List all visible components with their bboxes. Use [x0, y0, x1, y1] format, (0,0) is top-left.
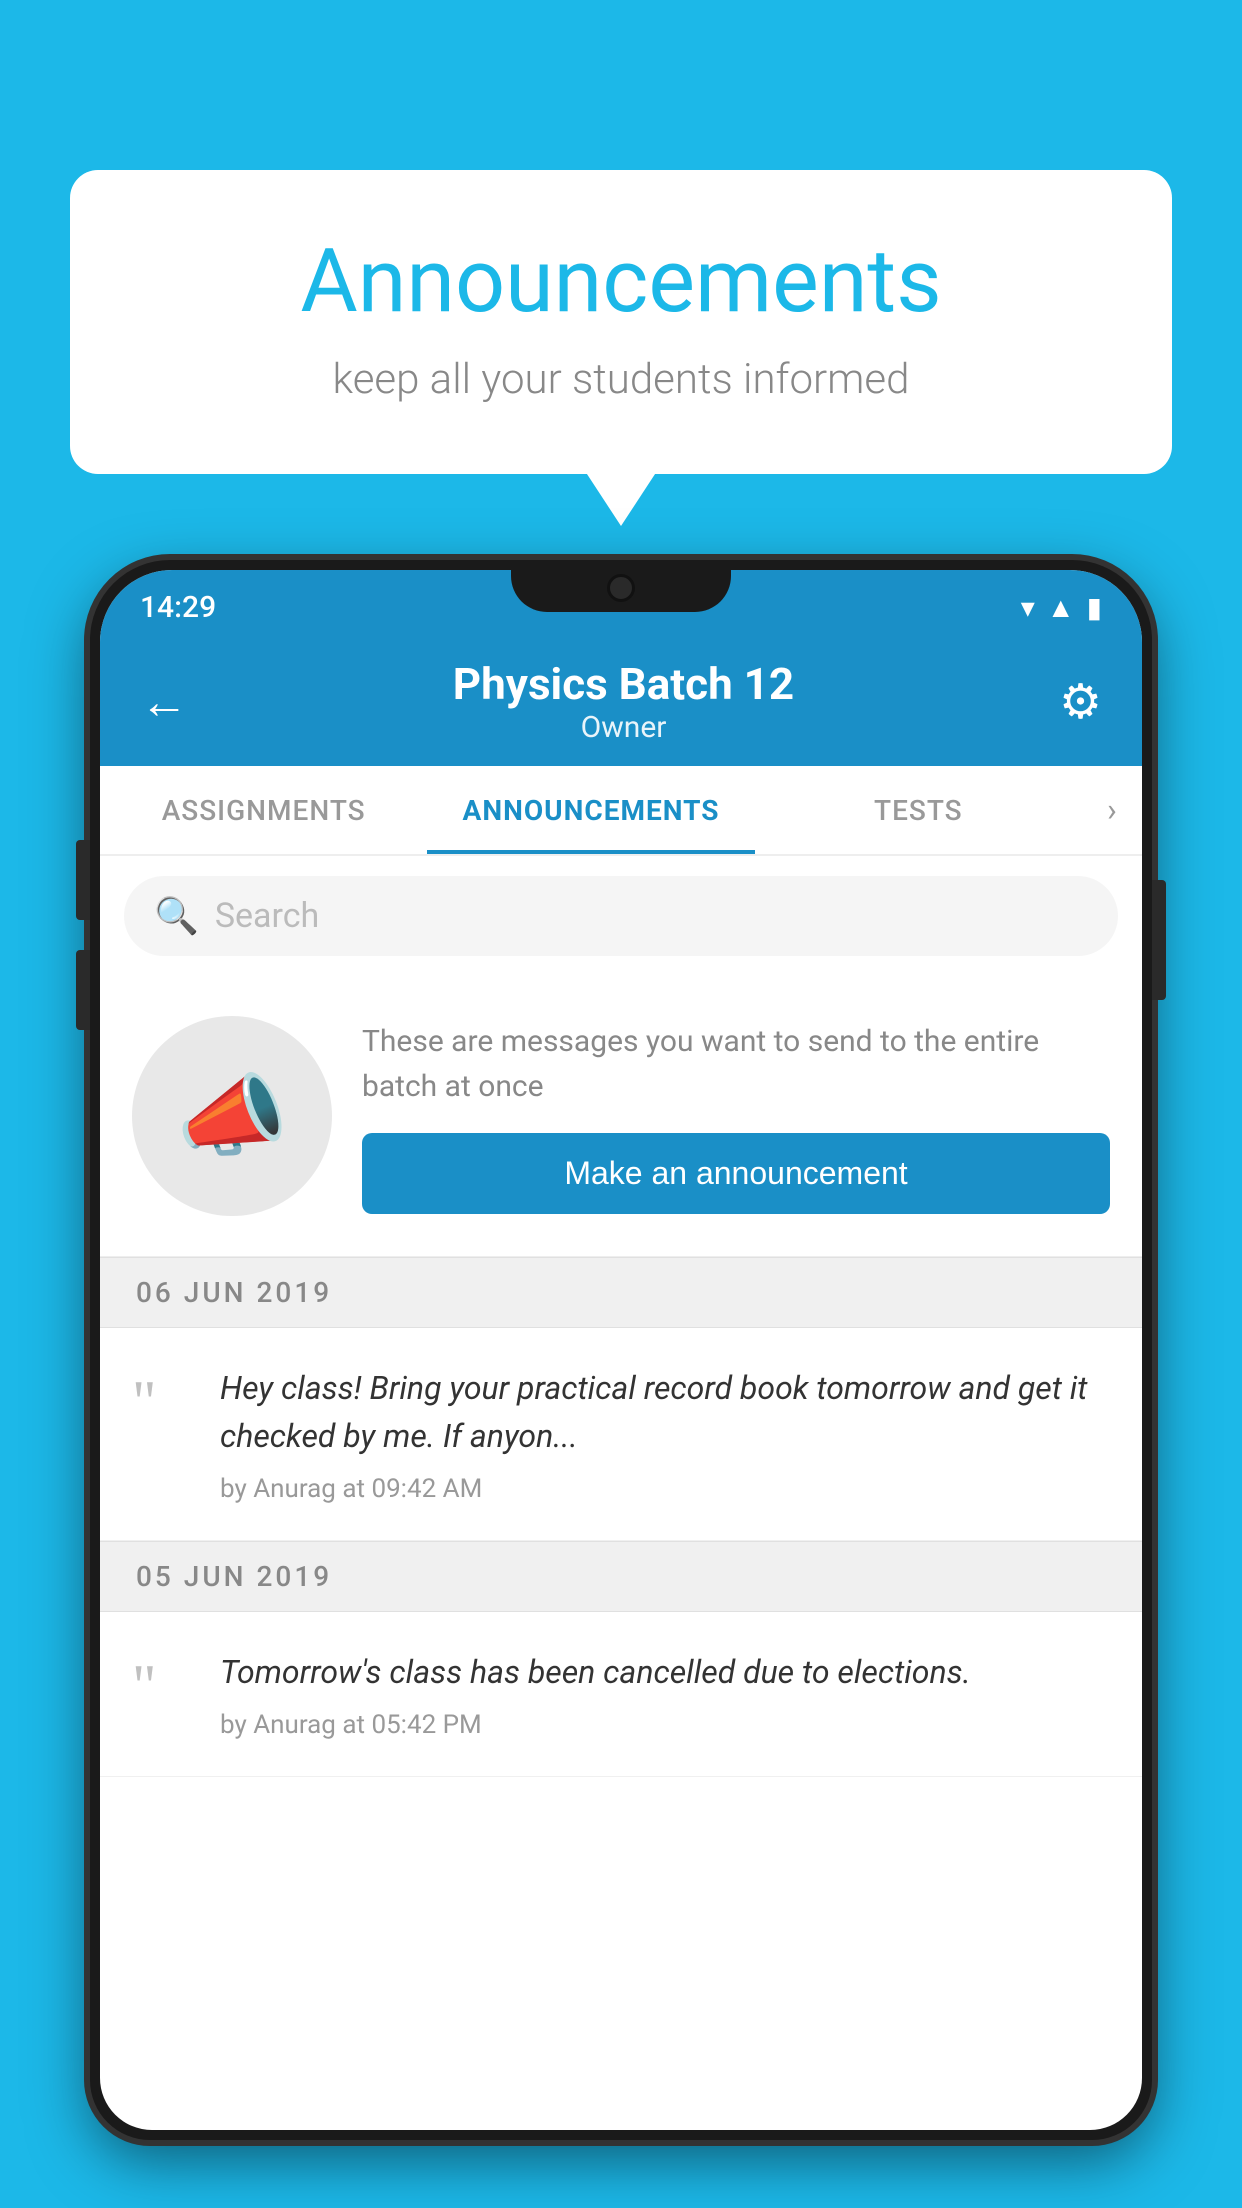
tab-tests[interactable]: TESTS	[755, 766, 1082, 854]
speech-bubble: Announcements keep all your students inf…	[70, 170, 1172, 474]
announcement-text-1: Hey class! Bring your practical record b…	[220, 1364, 1110, 1460]
announcement-meta-1: by Anurag at 09:42 AM	[220, 1474, 1110, 1504]
back-button[interactable]: ←	[140, 673, 188, 730]
search-input[interactable]: Search	[215, 896, 319, 936]
header-subtitle: Owner	[453, 710, 794, 745]
settings-icon[interactable]: ⚙	[1059, 673, 1102, 730]
announcement-prompt: 📣 These are messages you want to send to…	[100, 976, 1142, 1257]
battery-icon: ▮	[1087, 591, 1102, 624]
speech-bubble-section: Announcements keep all your students inf…	[70, 170, 1172, 474]
power-button	[1152, 880, 1166, 1000]
prompt-description: These are messages you want to send to t…	[362, 1019, 1110, 1109]
search-bar[interactable]: 🔍 Search	[124, 876, 1118, 956]
phone-camera	[607, 574, 635, 602]
make-announcement-button[interactable]: Make an announcement	[362, 1133, 1110, 1214]
status-time: 14:29	[140, 590, 216, 625]
volume-up-button	[76, 840, 90, 920]
megaphone-circle: 📣	[132, 1016, 332, 1216]
megaphone-icon: 📣	[176, 1064, 288, 1169]
phone-mockup: 14:29 ▾ ▲ ▮ ← Physics Batch 12 Owner ⚙	[90, 560, 1152, 2208]
announcement-item-2[interactable]: " Tomorrow's class has been cancelled du…	[100, 1612, 1142, 1777]
announcement-item-1[interactable]: " Hey class! Bring your practical record…	[100, 1328, 1142, 1541]
date-divider-1: 06 JUN 2019	[100, 1257, 1142, 1328]
bubble-subtitle: keep all your students informed	[150, 355, 1092, 404]
tab-more[interactable]: ›	[1082, 766, 1142, 854]
tab-announcements[interactable]: ANNOUNCEMENTS	[427, 766, 754, 854]
wifi-icon: ▾	[1021, 591, 1035, 624]
search-container: 🔍 Search	[100, 856, 1142, 976]
search-icon: 🔍	[154, 895, 199, 937]
bubble-title: Announcements	[150, 230, 1092, 333]
phone-screen: 14:29 ▾ ▲ ▮ ← Physics Batch 12 Owner ⚙	[100, 570, 1142, 2130]
announcement-content-1: Hey class! Bring your practical record b…	[220, 1364, 1110, 1504]
prompt-content: These are messages you want to send to t…	[362, 1019, 1110, 1214]
announcement-text-2: Tomorrow's class has been cancelled due …	[220, 1648, 1110, 1696]
tabs-bar: ASSIGNMENTS ANNOUNCEMENTS TESTS ›	[100, 766, 1142, 856]
date-divider-2: 05 JUN 2019	[100, 1541, 1142, 1612]
signal-icon: ▲	[1047, 591, 1075, 624]
volume-down-button	[76, 950, 90, 1030]
header-title: Physics Batch 12	[453, 658, 794, 710]
phone-frame: 14:29 ▾ ▲ ▮ ← Physics Batch 12 Owner ⚙	[90, 560, 1152, 2140]
tab-assignments[interactable]: ASSIGNMENTS	[100, 766, 427, 854]
phone-notch	[511, 560, 731, 612]
announcement-content-2: Tomorrow's class has been cancelled due …	[220, 1648, 1110, 1740]
announcement-meta-2: by Anurag at 05:42 PM	[220, 1710, 1110, 1740]
status-icons: ▾ ▲ ▮	[1021, 591, 1102, 624]
quote-icon-1: "	[132, 1372, 192, 1432]
quote-icon-2: "	[132, 1656, 192, 1716]
app-header: ← Physics Batch 12 Owner ⚙	[100, 636, 1142, 766]
header-center: Physics Batch 12 Owner	[453, 658, 794, 745]
